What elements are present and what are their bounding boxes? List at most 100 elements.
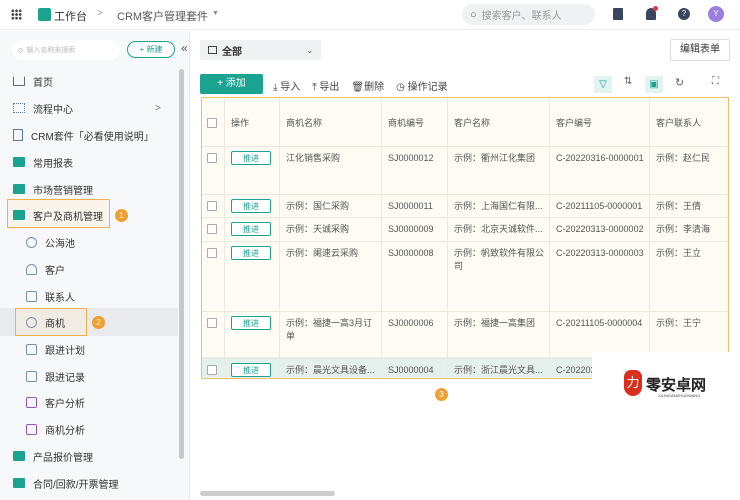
advance-button[interactable]: 推进 bbox=[231, 151, 271, 165]
view-selector[interactable]: 全部 ⌄ bbox=[200, 40, 321, 60]
sidebar-item-label: 客户分析 bbox=[45, 398, 85, 410]
table-cell: SJ0000009 bbox=[388, 224, 434, 234]
row-checkbox[interactable] bbox=[207, 365, 217, 375]
column-divider bbox=[549, 98, 550, 378]
app-name-dropdown[interactable]: CRM客户管理套件 bbox=[117, 8, 208, 24]
search-icon: ○ bbox=[470, 8, 477, 21]
sidebar-item-opportunity[interactable]: 商机 2 bbox=[0, 309, 180, 335]
row-checkbox[interactable] bbox=[207, 248, 217, 258]
sort-icon[interactable]: ⇅ bbox=[624, 76, 632, 87]
sidebar-item-followup-plan[interactable]: 跟进计划 bbox=[0, 336, 180, 362]
watermark: 力 零安卓网 XILINGANZHUOWANG bbox=[592, 352, 740, 500]
new-button[interactable]: + 新建 bbox=[127, 41, 175, 58]
trash-icon: 🗑 bbox=[351, 82, 365, 93]
import-label: 导入 bbox=[280, 82, 301, 93]
row-divider bbox=[202, 217, 728, 218]
watermark-text: 零安卓网 bbox=[646, 376, 707, 394]
add-button[interactable]: + 添加 bbox=[200, 74, 263, 94]
table-cell: 示例：浙江晨光文具... bbox=[454, 365, 543, 375]
record-icon bbox=[26, 370, 37, 382]
contact-book-icon bbox=[26, 290, 37, 302]
table-cell: SJ0000006 bbox=[388, 318, 434, 328]
export-button[interactable]: ⤒ 导出 bbox=[312, 78, 339, 93]
note-icon[interactable]: ▣ bbox=[645, 76, 663, 93]
sidebar-item-followup-record[interactable]: 跟进记录 bbox=[0, 363, 180, 389]
sidebar-item-contacts[interactable]: 联系人 bbox=[0, 283, 180, 309]
folder-icon bbox=[13, 157, 25, 167]
search-placeholder: 搜索客户、联系人 bbox=[481, 11, 562, 22]
user-icon bbox=[26, 263, 37, 275]
sidebar-search-input[interactable]: ○ 输入名称来搜索 bbox=[12, 40, 120, 60]
sidebar-item-customer[interactable]: 客户 bbox=[0, 256, 180, 282]
advance-button[interactable]: 推进 bbox=[231, 199, 271, 213]
sidebar-item-crm-guide[interactable]: CRM套件「必看使用说明」 bbox=[0, 122, 180, 148]
table-cell: SJ0000011 bbox=[388, 201, 433, 211]
log-label: 操作记录 bbox=[407, 82, 448, 93]
apps-grid-icon[interactable] bbox=[11, 9, 22, 20]
column-header[interactable]: 客户编号 bbox=[556, 117, 648, 130]
select-all-checkbox[interactable] bbox=[207, 118, 217, 128]
row-checkbox[interactable] bbox=[207, 201, 217, 211]
advance-button[interactable]: 推进 bbox=[231, 222, 271, 236]
table-cell: 示例：赵仁民 bbox=[656, 153, 711, 163]
column-header[interactable]: 商机名称 bbox=[286, 117, 380, 130]
sidebar-item-opportunity-analysis[interactable]: 商机分析 bbox=[0, 416, 180, 442]
clock-icon: ◷ bbox=[396, 82, 405, 93]
table-cell: C-20220313-0000002 bbox=[556, 224, 644, 234]
chevron-down-icon[interactable]: ▼ bbox=[212, 10, 219, 17]
advance-button[interactable]: 推进 bbox=[231, 246, 271, 260]
column-header[interactable]: 操作 bbox=[231, 117, 278, 130]
refresh-icon[interactable]: ↻ bbox=[675, 76, 684, 89]
sidebar-item-reports[interactable]: 常用报表 bbox=[0, 149, 180, 175]
help-icon[interactable]: ? bbox=[678, 8, 690, 20]
column-divider bbox=[649, 98, 650, 378]
column-header[interactable]: 商机编号 bbox=[388, 117, 446, 130]
column-divider bbox=[224, 98, 225, 378]
row-checkbox[interactable] bbox=[207, 318, 217, 328]
notebook-icon[interactable] bbox=[613, 8, 623, 20]
import-icon: ⤓ bbox=[273, 82, 278, 93]
target-icon bbox=[26, 316, 37, 328]
avatar[interactable]: Y bbox=[708, 6, 724, 22]
sidebar-item-home[interactable]: 首页 bbox=[0, 68, 180, 94]
collapse-sidebar-button[interactable]: « bbox=[181, 41, 188, 55]
delete-button[interactable]: 🗑删除 bbox=[351, 78, 384, 93]
table-cell: C-20211105-0000001 bbox=[556, 201, 643, 211]
column-header[interactable]: 客户联系人 bbox=[656, 117, 728, 130]
sidebar-item-customer-opportunity[interactable]: 客户及商机管理 1 bbox=[0, 202, 180, 228]
sidebar-item-process-center[interactable]: 流程中心 > bbox=[0, 95, 180, 121]
bell-icon[interactable] bbox=[646, 6, 658, 20]
table-cell: C-20220313-0000003 bbox=[556, 248, 644, 258]
horizontal-scrollbar[interactable] bbox=[200, 491, 335, 496]
edit-form-button[interactable]: 编辑表单 bbox=[670, 39, 730, 61]
row-checkbox[interactable] bbox=[207, 153, 217, 163]
column-divider bbox=[279, 98, 280, 378]
calendar-icon bbox=[26, 343, 37, 355]
sidebar-item-label: 商机分析 bbox=[45, 425, 85, 437]
advance-button[interactable]: 推进 bbox=[231, 363, 271, 377]
sidebar-item-contracts[interactable]: 合同/回款/开票管理 bbox=[0, 470, 180, 496]
filter-icon[interactable]: ▽ bbox=[594, 76, 612, 93]
fullscreen-icon[interactable]: ⛶ bbox=[712, 76, 719, 87]
sidebar-item-customer-analysis[interactable]: 客户分析 bbox=[0, 389, 180, 415]
table-cell: C-20211105-0000004 bbox=[556, 318, 643, 328]
annotation-badge: 1 bbox=[115, 208, 128, 222]
home-icon bbox=[13, 76, 25, 86]
row-checkbox[interactable] bbox=[207, 224, 217, 234]
workspace-link[interactable]: 工作台 bbox=[54, 8, 87, 24]
column-header[interactable]: 客户名称 bbox=[454, 117, 548, 130]
advance-button[interactable]: 推进 bbox=[231, 316, 271, 330]
import-button[interactable]: ⤓ 导入 bbox=[273, 78, 300, 93]
table-cell: 示例：王宁 bbox=[656, 318, 702, 328]
sidebar-item-quotes[interactable]: 产品报价管理 bbox=[0, 443, 180, 469]
global-search[interactable]: ○ 搜索客户、联系人 bbox=[462, 4, 595, 25]
row-divider bbox=[202, 311, 728, 312]
table-cell: 示例：帆致软件有限公司 bbox=[454, 248, 545, 271]
annotation-badge: 2 bbox=[92, 315, 105, 329]
table-cell: SJ0000004 bbox=[388, 365, 434, 375]
sidebar-item-public-pool[interactable]: 公海池 bbox=[0, 229, 180, 255]
operation-log-button[interactable]: ◷ 操作记录 bbox=[396, 78, 448, 93]
folder-icon bbox=[13, 478, 25, 488]
table-cell: SJ0000012 bbox=[388, 153, 434, 163]
monitor-chart-icon bbox=[26, 396, 37, 408]
